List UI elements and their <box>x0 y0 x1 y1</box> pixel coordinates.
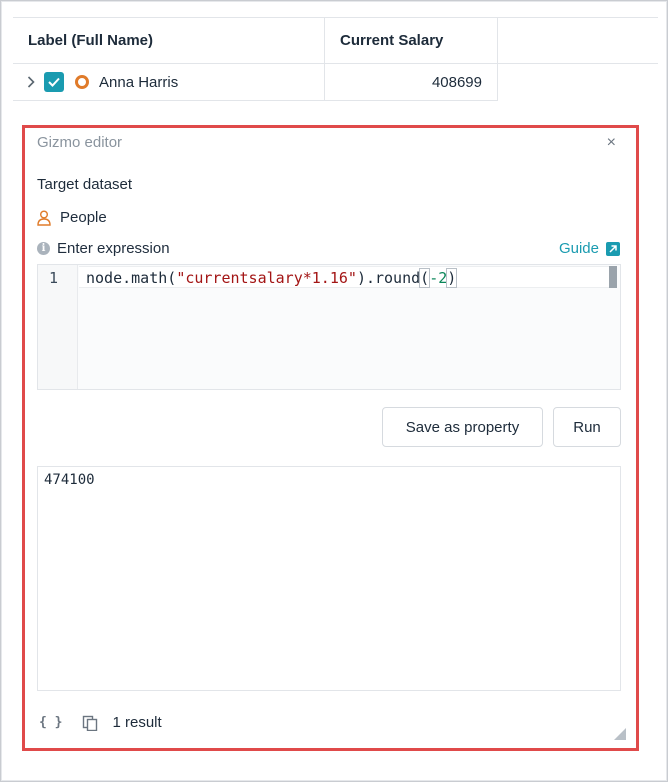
info-icon[interactable]: i <box>37 242 50 255</box>
table-header: Label (Full Name) Current Salary <box>13 17 498 64</box>
row-checkbox[interactable] <box>44 72 64 92</box>
target-dataset-label: Target dataset <box>37 176 133 193</box>
run-button[interactable]: Run <box>553 407 621 447</box>
external-link-icon <box>606 241 620 256</box>
editor-title: Gizmo editor <box>37 134 123 151</box>
code-call: node.math( <box>86 269 177 287</box>
expression-label: i Enter expression <box>37 240 170 257</box>
save-as-property-button[interactable]: Save as property <box>382 407 543 447</box>
person-icon <box>37 210 51 226</box>
table-row[interactable]: Anna Harris 408699 <box>13 64 498 101</box>
result-output[interactable]: 474100 <box>37 466 621 691</box>
guide-link[interactable]: Guide <box>559 240 620 257</box>
code-close-paren: ) <box>446 268 458 288</box>
table-header-filler <box>498 17 658 64</box>
line-number: 1 <box>49 269 59 287</box>
close-icon[interactable]: × <box>607 134 616 152</box>
target-dataset-value[interactable]: People <box>37 209 107 226</box>
code-number: -2 <box>429 269 448 287</box>
expression-code-editor[interactable]: 1 node.math("currentsalary*1.16").round(… <box>37 264 621 390</box>
resize-handle-icon[interactable] <box>614 728 626 740</box>
expression-label-text: Enter expression <box>57 240 170 257</box>
code-method: ).round <box>356 269 421 287</box>
guide-label: Guide <box>558 240 599 257</box>
gizmo-editor-panel: Gizmo editor × Target dataset People i E… <box>22 125 639 751</box>
copy-icon[interactable] <box>82 715 98 731</box>
code-string: "currentsalary*1.16" <box>176 269 357 287</box>
row-label: Anna Harris <box>99 73 179 91</box>
code-open-paren: ( <box>419 268 431 288</box>
code-line[interactable]: node.math("currentsalary*1.16").round(-2… <box>86 268 458 288</box>
cell-full-name: Anna Harris <box>13 64 325 100</box>
scrollbar-thumb[interactable] <box>609 266 617 288</box>
node-circle-icon <box>75 75 89 89</box>
result-value: 474100 <box>44 472 95 488</box>
result-count: 1 result <box>112 714 162 731</box>
json-braces-icon[interactable]: { } <box>39 715 62 730</box>
chevron-right-icon[interactable] <box>23 74 39 90</box>
column-header-current-salary[interactable]: Current Salary <box>325 18 498 63</box>
line-gutter: 1 <box>38 265 78 389</box>
cell-current-salary: 408699 <box>325 64 498 100</box>
dataset-name: People <box>60 209 107 226</box>
result-footer: { } 1 result <box>39 714 162 731</box>
column-header-full-name[interactable]: Label (Full Name) <box>13 18 325 63</box>
